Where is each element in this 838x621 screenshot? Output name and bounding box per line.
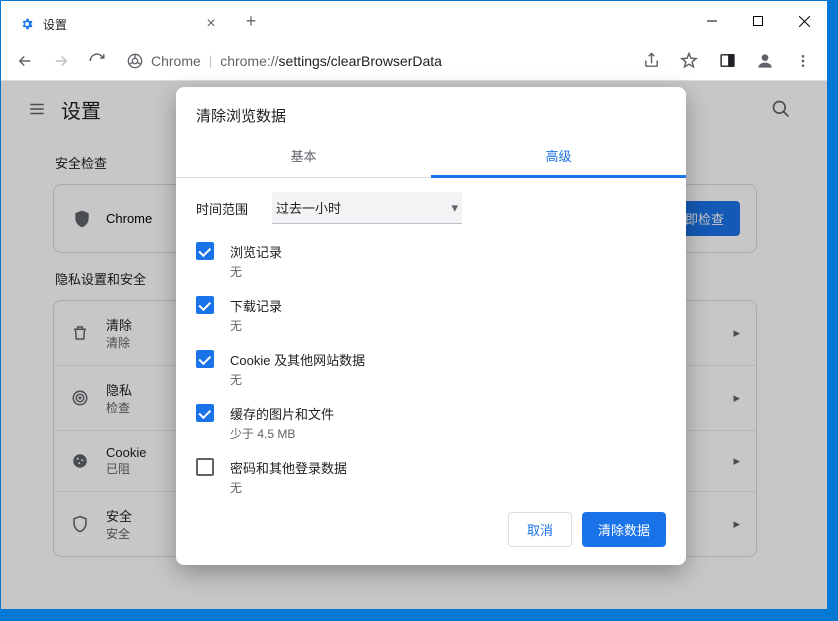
tab-advanced[interactable]: 高级 — [431, 134, 686, 177]
check-label: 密码和其他登录数据 — [230, 458, 347, 477]
check-sublabel: 无 — [230, 479, 347, 496]
dialog-body: 时间范围 过去一小时 ▾ 浏览记录无下载记录无Cookie 及其他网站数据无缓存… — [176, 178, 686, 498]
clear-data-dialog: 清除浏览数据 基本 高级 时间范围 过去一小时 ▾ 浏览记录无下载记录无Cook… — [176, 87, 686, 565]
url-scheme-label: Chrome — [151, 53, 201, 69]
forward-button[interactable] — [45, 45, 77, 77]
content-area: 设置 安全检查 Chrome 立即检查 隐私设置和安全 清除清除 ▸ — [1, 81, 827, 609]
toolbar: Chrome | chrome://settings/clearBrowserD… — [1, 41, 827, 81]
check-row[interactable]: 下载记录无 — [196, 296, 666, 334]
url-separator: | — [209, 53, 212, 68]
check-row[interactable]: 浏览记录无 — [196, 242, 666, 280]
clear-data-button[interactable]: 清除数据 — [582, 512, 666, 547]
menu-icon[interactable] — [787, 45, 819, 77]
back-button[interactable] — [9, 45, 41, 77]
tab-title: 设置 — [43, 16, 203, 33]
titlebar: 设置 × + — [1, 1, 827, 41]
time-range-select[interactable]: 过去一小时 ▾ — [272, 192, 462, 224]
check-label: 下载记录 — [230, 296, 282, 315]
check-sublabel: 少于 4.5 MB — [230, 425, 334, 442]
checkbox[interactable] — [196, 404, 214, 422]
cancel-button[interactable]: 取消 — [508, 512, 572, 547]
bookmark-icon[interactable] — [673, 45, 705, 77]
dialog-tabs: 基本 高级 — [176, 134, 686, 178]
gear-icon — [19, 16, 35, 32]
dialog-footer: 取消 清除数据 — [176, 498, 686, 565]
check-label: Cookie 及其他网站数据 — [230, 350, 365, 369]
minimize-button[interactable] — [689, 5, 735, 37]
share-icon[interactable] — [635, 45, 667, 77]
close-tab-icon[interactable]: × — [203, 16, 219, 32]
time-range-value: 过去一小时 — [276, 198, 341, 217]
window-controls — [689, 5, 827, 37]
check-sublabel: 无 — [230, 317, 282, 334]
check-row[interactable]: 密码和其他登录数据无 — [196, 458, 666, 496]
reload-button[interactable] — [81, 45, 113, 77]
dialog-title: 清除浏览数据 — [176, 87, 686, 134]
sidepanel-icon[interactable] — [711, 45, 743, 77]
time-range-label: 时间范围 — [196, 199, 256, 218]
chrome-icon — [127, 53, 143, 69]
tab-basic[interactable]: 基本 — [176, 134, 431, 177]
time-range-row: 时间范围 过去一小时 ▾ — [196, 192, 666, 224]
check-sublabel: 无 — [230, 263, 282, 280]
check-row[interactable]: 缓存的图片和文件少于 4.5 MB — [196, 404, 666, 442]
check-label: 浏览记录 — [230, 242, 282, 261]
new-tab-button[interactable]: + — [237, 7, 265, 35]
check-sublabel: 无 — [230, 371, 365, 388]
close-window-button[interactable] — [781, 5, 827, 37]
browser-window: 设置 × + Chrome | chrome://settings/clearB… — [0, 0, 828, 610]
checkbox[interactable] — [196, 458, 214, 476]
profile-icon[interactable] — [749, 45, 781, 77]
check-row[interactable]: Cookie 及其他网站数据无 — [196, 350, 666, 388]
check-label: 缓存的图片和文件 — [230, 404, 334, 423]
maximize-button[interactable] — [735, 5, 781, 37]
browser-tab[interactable]: 设置 × — [9, 7, 229, 41]
checkbox[interactable] — [196, 350, 214, 368]
address-bar[interactable]: Chrome | chrome://settings/clearBrowserD… — [117, 45, 625, 77]
url-text: chrome://settings/clearBrowserData — [220, 53, 442, 69]
checkbox[interactable] — [196, 296, 214, 314]
checkbox[interactable] — [196, 242, 214, 260]
caret-down-icon: ▾ — [451, 200, 458, 216]
